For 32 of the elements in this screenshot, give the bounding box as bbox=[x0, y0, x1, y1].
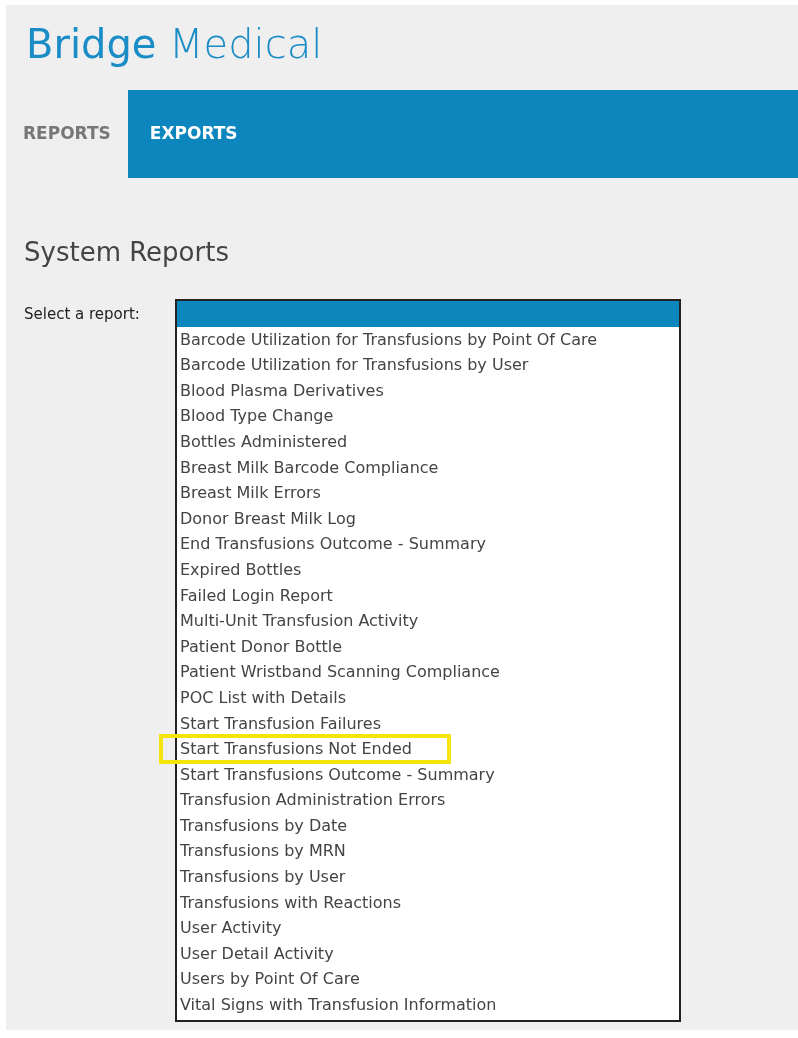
report-option[interactable]: Donor Breast Milk Log bbox=[177, 505, 679, 532]
report-option[interactable]: Start Transfusions Not Ended bbox=[177, 736, 679, 762]
report-option[interactable]: Transfusions with Reactions bbox=[177, 889, 679, 916]
report-option[interactable]: Blood Plasma Derivatives bbox=[177, 377, 679, 404]
report-option[interactable]: Barcode Utilization for Transfusions by User bbox=[177, 352, 679, 378]
report-option[interactable]: Multi-Unit Transfusion Activity bbox=[177, 608, 679, 634]
brand-logo: Bridge Medical bbox=[26, 20, 323, 69]
report-option[interactable]: Vital Signs with Transfusion Information bbox=[177, 992, 679, 1018]
report-option[interactable]: Bottles Administered bbox=[177, 428, 679, 455]
report-option[interactable]: Start Transfusions Outcome - Summary bbox=[177, 761, 679, 788]
report-option[interactable]: Patient Wristband Scanning Compliance bbox=[177, 659, 679, 685]
report-option[interactable]: Users by Point Of Care bbox=[177, 966, 679, 993]
report-option[interactable]: End Transfusions Outcome - Summary bbox=[177, 531, 679, 557]
report-listbox[interactable] bbox=[175, 299, 681, 1022]
report-option[interactable]: Failed Login Report bbox=[177, 582, 679, 609]
report-option[interactable]: Barcode Utilization for Transfusions by Point Of Care bbox=[177, 326, 679, 353]
report-option[interactable]: Breast Milk Barcode Compliance bbox=[177, 454, 679, 481]
report-option[interactable]: POC List with Details bbox=[177, 684, 679, 711]
report-option[interactable]: Blood Type Change bbox=[177, 403, 679, 429]
report-option[interactable]: Transfusions by Date bbox=[177, 812, 679, 839]
report-option[interactable]: User Detail Activity bbox=[177, 940, 679, 967]
report-option[interactable]: Transfusion Administration Errors bbox=[177, 787, 679, 813]
page-heading: System Reports bbox=[24, 236, 229, 269]
report-option[interactable]: Transfusions by User bbox=[177, 864, 679, 890]
report-option[interactable]: Start Transfusion Failures bbox=[177, 710, 679, 737]
report-option[interactable]: Transfusions by MRN bbox=[177, 838, 679, 865]
field-label: Select a report: bbox=[24, 304, 141, 325]
nav-tab[interactable]: EXPORTS bbox=[127, 90, 260, 178]
report-option[interactable]: User Activity bbox=[177, 915, 679, 941]
report-option[interactable]: Patient Donor Bottle bbox=[177, 633, 679, 660]
report-option[interactable]: Breast Milk Errors bbox=[177, 480, 679, 506]
report-option[interactable]: Expired Bottles bbox=[177, 556, 679, 583]
